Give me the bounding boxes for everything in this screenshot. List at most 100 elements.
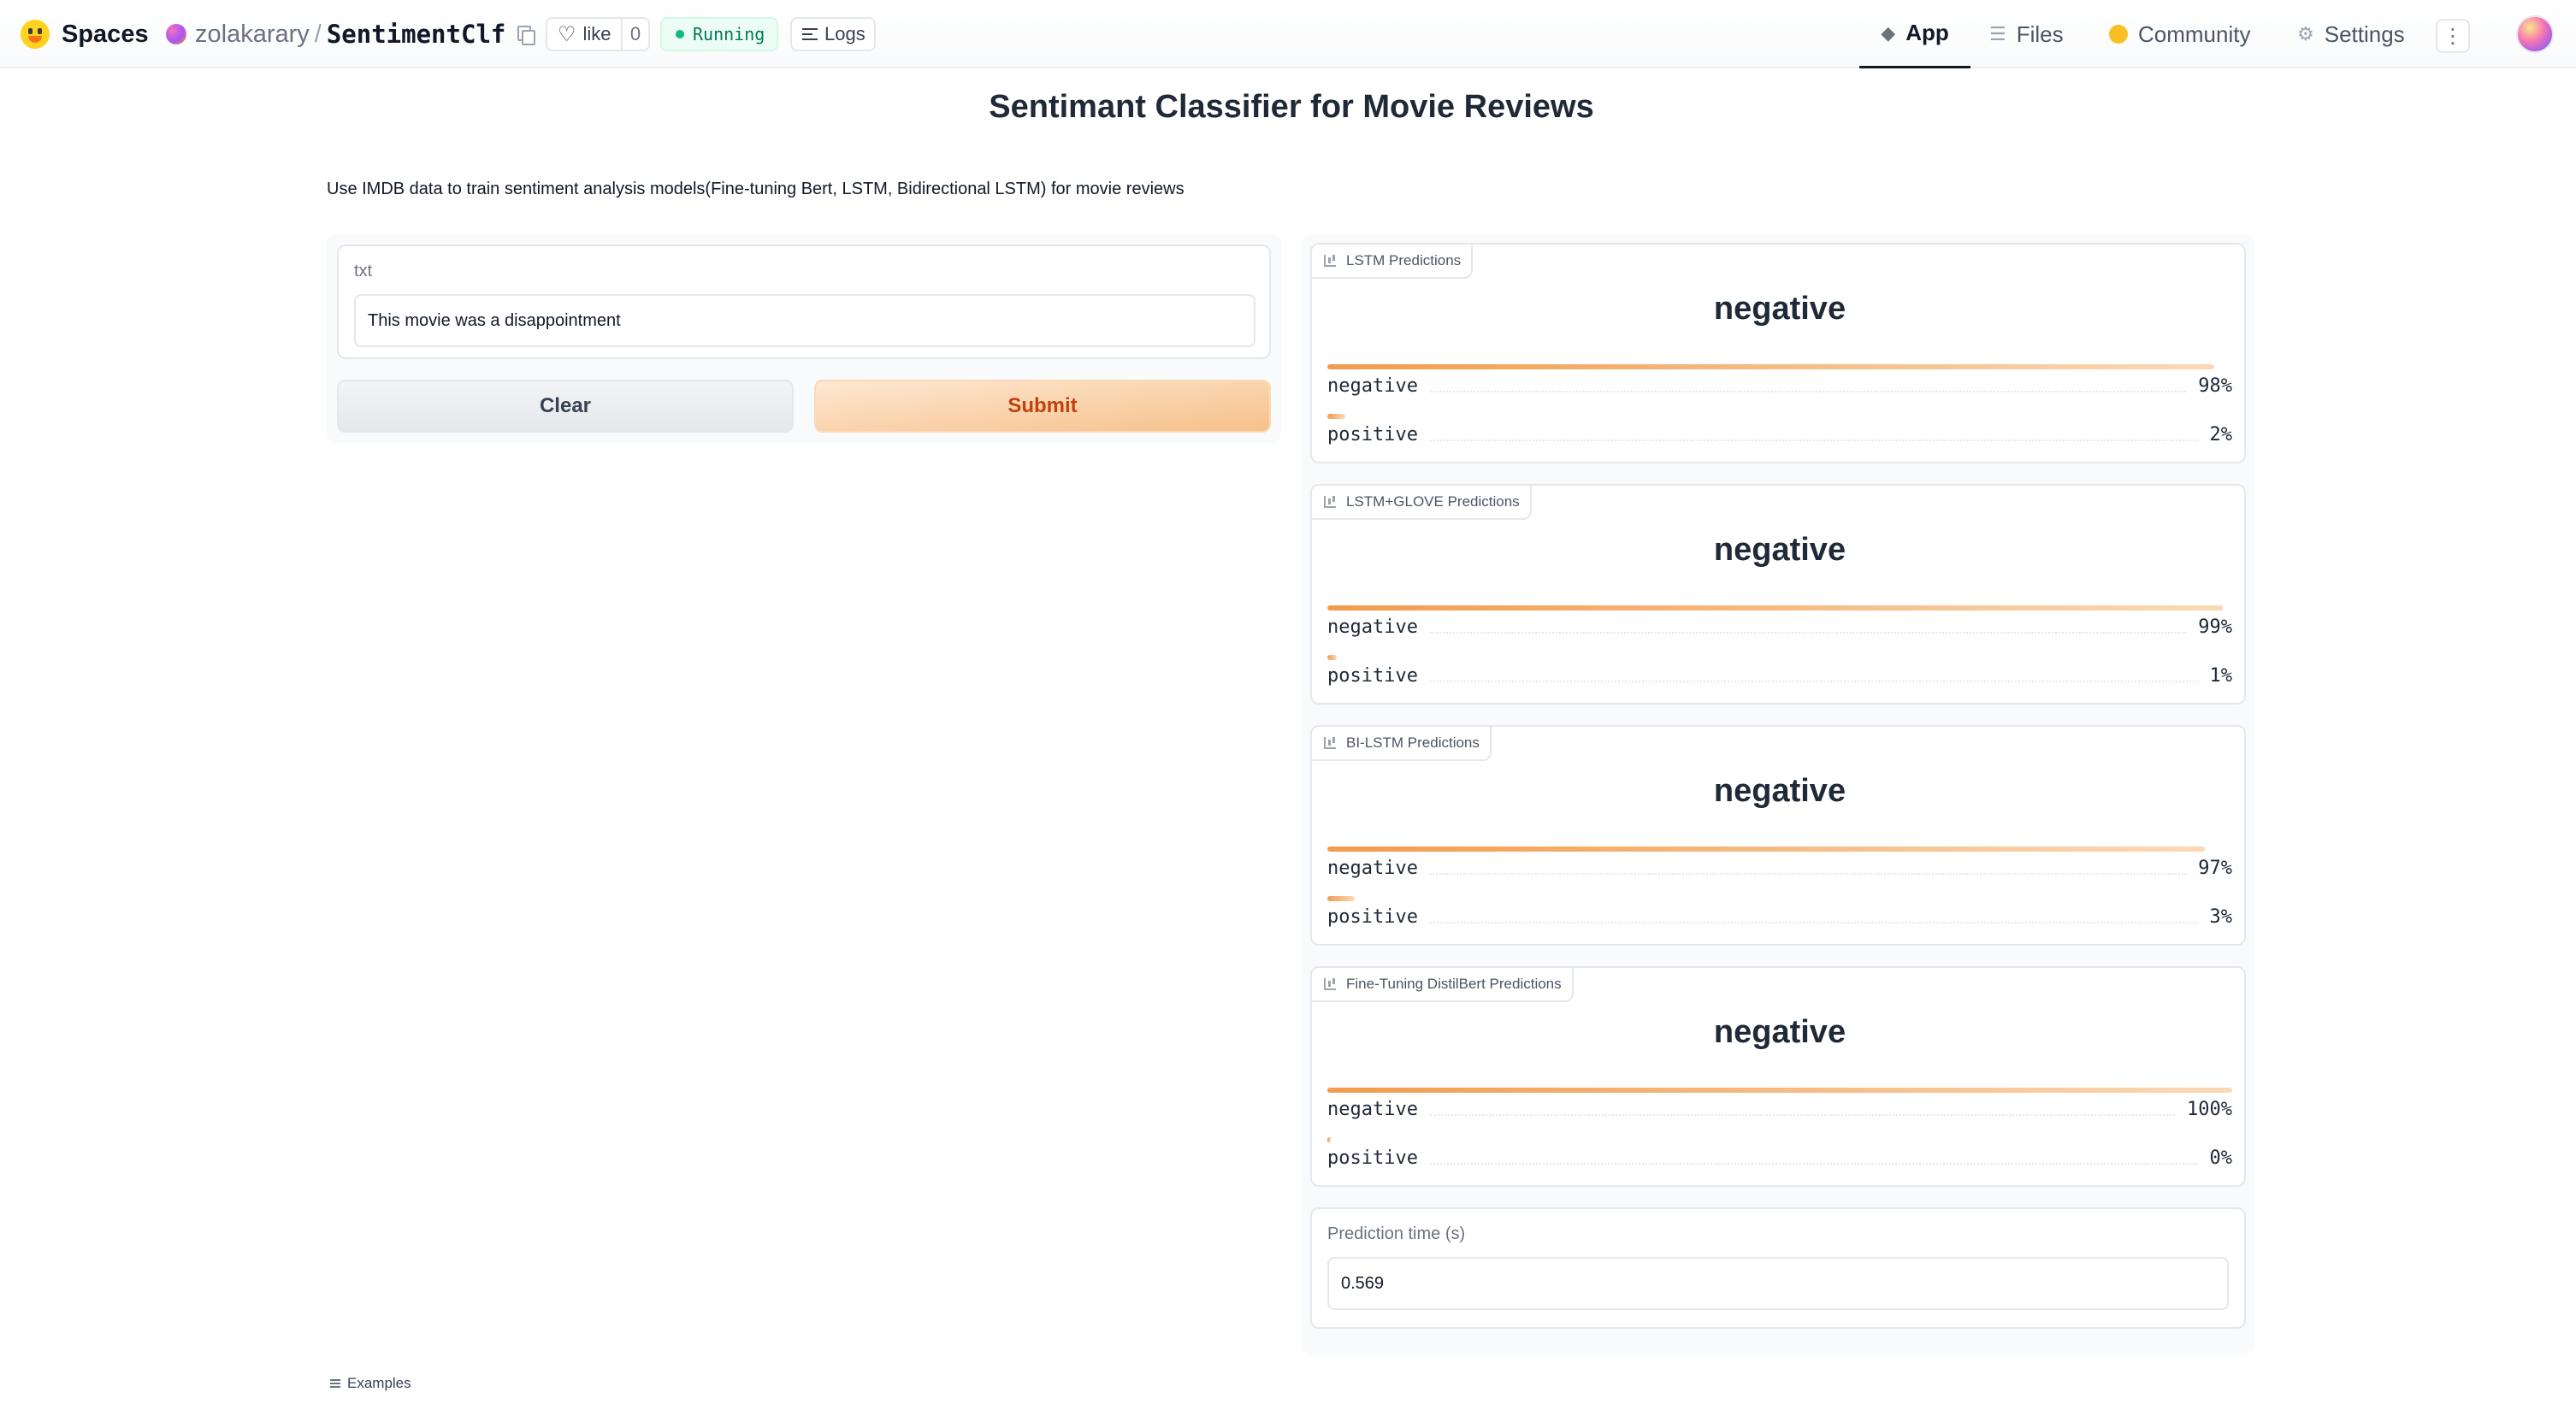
hugging-face-logo-icon xyxy=(21,20,50,49)
prediction-time-field[interactable] xyxy=(1327,1257,2229,1310)
owner-avatar xyxy=(166,24,186,44)
like-count: 0 xyxy=(621,19,648,50)
predicted-label: negative xyxy=(1713,1014,1846,1050)
class-name: positive xyxy=(1327,1147,1418,1169)
confidence-bar xyxy=(1327,605,2223,611)
tab-settings[interactable]: ⚙ Settings xyxy=(2297,0,2405,68)
like-button[interactable]: ♡ like 0 xyxy=(546,17,650,51)
spaces-brand[interactable]: Spaces xyxy=(21,15,149,53)
class-percentage: 98% xyxy=(2198,375,2232,397)
class-name: negative xyxy=(1327,1098,1418,1120)
card-label-tag: LSTM Predictions xyxy=(1312,245,1474,279)
class-percentage: 0% xyxy=(2209,1147,2233,1169)
class-name: positive xyxy=(1327,423,1418,445)
running-dot-icon xyxy=(676,30,684,38)
confidence-row: negative 100% xyxy=(1327,1096,2232,1122)
breadcrumb-separator: / xyxy=(314,20,322,48)
confidence-row: negative 97% xyxy=(1327,855,2232,881)
tab-app[interactable]: ◆ App xyxy=(1859,0,1970,68)
more-options-button[interactable]: ⋮ xyxy=(2436,19,2470,53)
owner-link[interactable]: zolakarary xyxy=(195,21,310,49)
logs-label: Logs xyxy=(824,23,866,44)
chart-icon xyxy=(1324,496,1336,508)
space-name-link[interactable]: SentimentClf xyxy=(327,20,506,49)
card-label-tag: BI-LSTM Predictions xyxy=(1312,727,1492,761)
user-avatar[interactable] xyxy=(2516,15,2554,53)
community-icon xyxy=(2109,25,2128,44)
brand-name: Spaces xyxy=(62,20,149,48)
card-title: LSTM Predictions xyxy=(1346,252,1462,268)
confidence-row: negative 98% xyxy=(1327,373,2232,398)
prediction-time-block: Prediction time (s) xyxy=(1310,1207,2246,1329)
card-title: BI-LSTM Predictions xyxy=(1346,734,1480,751)
like-label: like xyxy=(582,23,612,44)
confidence-row: positive 1% xyxy=(1327,663,2232,688)
examples-label: Examples xyxy=(347,1375,411,1391)
tab-community-label: Community xyxy=(2138,21,2251,47)
lstm-predictions-card: LSTM Predictions negative negative 98% p… xyxy=(1310,243,2246,463)
logs-button[interactable]: Logs xyxy=(790,17,876,51)
cube-icon: ◆ xyxy=(1881,21,1896,44)
class-percentage: 2% xyxy=(2209,423,2233,445)
output-panel: LSTM Predictions negative negative 98% p… xyxy=(1302,234,2254,1354)
card-label-tag: LSTM+GLOVE Predictions xyxy=(1312,486,1532,520)
class-percentage: 1% xyxy=(2209,664,2233,687)
bi-lstm-predictions-card: BI-LSTM Predictions negative negative 97… xyxy=(1310,725,2246,946)
page-title: Sentimant Classifier for Movie Reviews xyxy=(989,89,1594,125)
confidence-row: positive 0% xyxy=(1327,1145,2232,1171)
card-label-tag: Fine-Tuning DistilBert Predictions xyxy=(1312,968,1574,1002)
txt-label: txt xyxy=(354,262,373,280)
confidence-bar xyxy=(1327,414,1345,419)
space-breadcrumb: zolakarary / SentimentClf xyxy=(166,15,536,53)
examples-toggle[interactable]: Examples xyxy=(330,1375,411,1392)
class-name: negative xyxy=(1327,616,1418,638)
list-icon xyxy=(330,1379,340,1388)
class-name: positive xyxy=(1327,906,1418,928)
confidence-bar xyxy=(1327,1137,1331,1142)
class-name: positive xyxy=(1327,664,1418,687)
confidence-bar xyxy=(1327,655,1337,660)
tab-community[interactable]: Community xyxy=(2109,0,2250,68)
heart-icon: ♡ xyxy=(558,22,576,46)
files-icon: ☰ xyxy=(1989,23,2006,44)
confidence-row: negative 99% xyxy=(1327,614,2232,640)
class-percentage: 99% xyxy=(2198,616,2232,638)
vertical-dots-icon: ⋮ xyxy=(2443,24,2463,48)
tab-settings-label: Settings xyxy=(2324,21,2405,47)
predicted-label: negative xyxy=(1713,291,1846,327)
class-name: negative xyxy=(1327,375,1418,397)
confidence-bar xyxy=(1327,896,1355,901)
status-text: Running xyxy=(693,24,765,44)
chart-icon xyxy=(1324,737,1336,749)
status-badge[interactable]: Running xyxy=(660,17,778,51)
txt-textbox-block: txt xyxy=(337,245,1271,359)
tab-files[interactable]: ☰ Files xyxy=(1989,0,2064,68)
clear-button[interactable]: Clear xyxy=(337,380,794,433)
top-navbar: Spaces zolakarary / SentimentClf ♡ like … xyxy=(0,0,2576,68)
prediction-time-label: Prediction time (s) xyxy=(1327,1224,1466,1243)
app-description: Use IMDB data to train sentiment analysi… xyxy=(327,180,1185,198)
class-percentage: 97% xyxy=(2198,857,2232,879)
chart-icon xyxy=(1324,978,1336,990)
input-panel: txt Clear Submit xyxy=(327,234,1281,443)
gear-icon: ⚙ xyxy=(2297,23,2314,44)
class-percentage: 100% xyxy=(2187,1098,2232,1120)
confidence-row: positive 2% xyxy=(1327,422,2232,447)
chart-icon xyxy=(1324,255,1336,267)
confidence-bar xyxy=(1327,847,2205,852)
confidence-bar xyxy=(1327,1088,2232,1093)
submit-button[interactable]: Submit xyxy=(814,380,1271,433)
lstm-glove-predictions-card: LSTM+GLOVE Predictions negative negative… xyxy=(1310,484,2246,705)
txt-input[interactable] xyxy=(354,294,1256,347)
confidence-row: positive 3% xyxy=(1327,904,2232,929)
copy-icon[interactable] xyxy=(517,26,536,45)
class-name: negative xyxy=(1327,857,1418,879)
tab-app-label: App xyxy=(1905,20,1949,45)
card-title: LSTM+GLOVE Predictions xyxy=(1346,493,1520,510)
distilbert-predictions-card: Fine-Tuning DistilBert Predictions negat… xyxy=(1310,966,2246,1187)
tab-files-label: Files xyxy=(2016,21,2064,47)
card-title: Fine-Tuning DistilBert Predictions xyxy=(1346,976,1562,992)
predicted-label: negative xyxy=(1713,773,1846,809)
logs-icon xyxy=(802,28,818,40)
class-percentage: 3% xyxy=(2209,906,2233,928)
